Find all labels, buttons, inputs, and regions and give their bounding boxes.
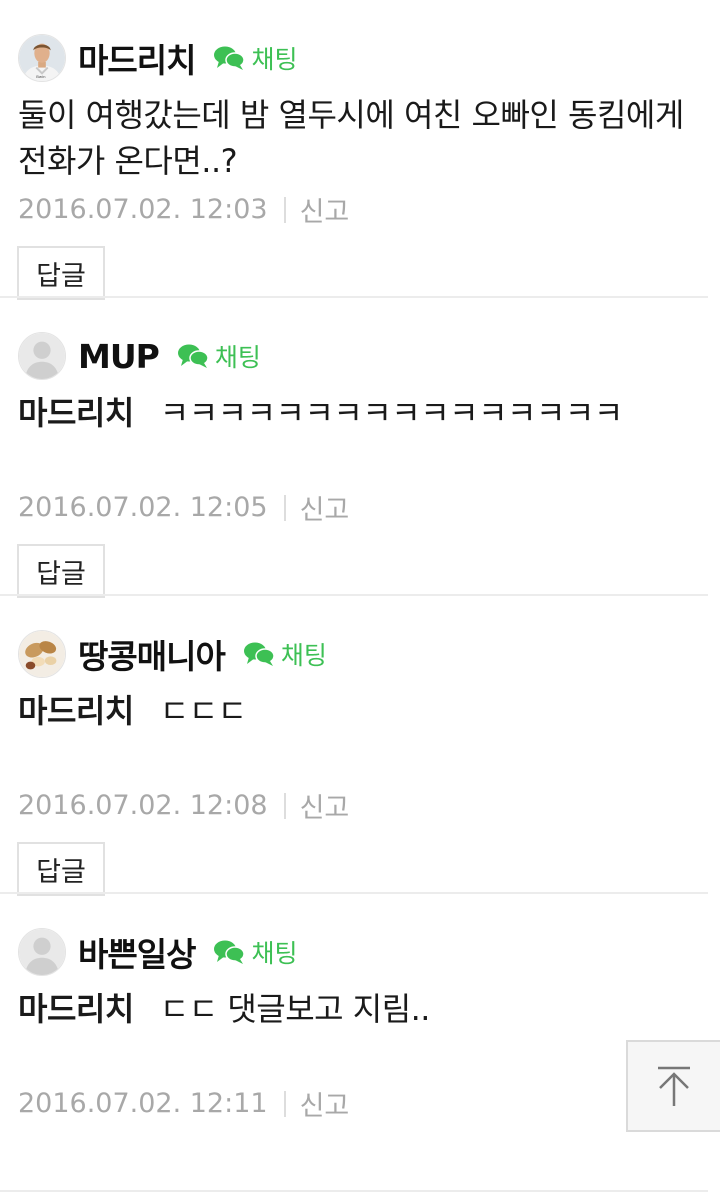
comment-header: 땅콩매니아 채팅	[18, 630, 327, 678]
report-link[interactable]: 신고	[300, 1084, 350, 1123]
avatar[interactable]	[18, 630, 66, 678]
mention[interactable]: 마드리치	[18, 692, 134, 730]
comment-text: 둘이 여행갔는데 밤 열두시에 여친 오빠인 동킴에게 전화가 온다면..?	[18, 92, 708, 184]
reply-button[interactable]: 답글	[17, 246, 105, 300]
meta-divider	[283, 494, 286, 521]
comment-date: 2016.07.02. 12:08	[18, 790, 268, 821]
comment-body: ㅋㅋㅋㅋㅋㅋㅋㅋㅋㅋㅋㅋㅋㅋㅋㅋ	[159, 394, 624, 432]
speech-bubble-icon	[214, 46, 246, 70]
chat-label: 채팅	[280, 641, 327, 670]
speech-bubble-icon	[243, 642, 275, 666]
nickname[interactable]: 바쁜일상	[78, 928, 196, 976]
comment-body: 둘이 여행갔는데 밤 열두시에 여친 오빠인 동킴에게 전화가 온다면..?	[18, 96, 684, 180]
default-profile-icon	[19, 333, 65, 379]
default-profile-icon	[19, 929, 65, 975]
comment-body: ㄷㄷㄷ	[159, 692, 247, 730]
reply-button[interactable]: 답글	[17, 544, 105, 598]
chat-label: 채팅	[251, 45, 298, 74]
comment-body: ㄷㄷ 댓글보고 지림..	[159, 990, 431, 1028]
arrow-up-to-top-icon	[658, 1066, 690, 1106]
nickname[interactable]: 땅콩매니아	[78, 630, 226, 678]
nickname[interactable]: 마드리치	[78, 34, 196, 82]
avatar[interactable]	[18, 332, 66, 380]
avatar[interactable]	[18, 928, 66, 976]
avatar[interactable]: Bwin	[18, 34, 66, 82]
comment-item: MUP 채팅 마드리치 ㅋㅋㅋㅋㅋㅋㅋㅋㅋㅋㅋㅋㅋㅋㅋㅋ 2016.07.02. …	[0, 298, 720, 598]
comment-meta: 2016.07.02. 12:08 신고	[18, 786, 349, 825]
comment-header: MUP 채팅	[18, 332, 261, 380]
chat-button[interactable]: 채팅	[213, 40, 297, 76]
report-link[interactable]: 신고	[300, 190, 350, 229]
soccer-player-avatar-icon: Bwin	[19, 35, 65, 81]
chat-label: 채팅	[251, 939, 298, 968]
mention[interactable]: 마드리치	[18, 394, 134, 432]
meta-divider	[283, 196, 286, 223]
comment-header: Bwin 마드리치 채팅	[18, 34, 297, 82]
scroll-to-top-button[interactable]	[626, 1040, 720, 1132]
chat-button[interactable]: 채팅	[243, 636, 327, 672]
mention[interactable]: 마드리치	[18, 990, 134, 1028]
peanut-avatar-icon	[19, 631, 65, 677]
speech-bubble-icon	[177, 344, 209, 368]
chat-button[interactable]: 채팅	[177, 338, 261, 374]
comment-text: 마드리치 ㅋㅋㅋㅋㅋㅋㅋㅋㅋㅋㅋㅋㅋㅋㅋㅋ	[18, 390, 708, 436]
comment-date: 2016.07.02. 12:11	[18, 1088, 268, 1119]
reply-button[interactable]: 답글	[17, 842, 105, 896]
chat-button[interactable]: 채팅	[213, 934, 297, 970]
meta-divider	[283, 1090, 286, 1117]
comment-item: 바쁜일상 채팅 마드리치 ㄷㄷ 댓글보고 지림.. 2016.07.02. 12:…	[0, 894, 720, 1192]
comment-meta: 2016.07.02. 12:11 신고	[18, 1084, 349, 1123]
report-link[interactable]: 신고	[300, 786, 350, 825]
comment-header: 바쁜일상 채팅	[18, 928, 297, 976]
comment-meta: 2016.07.02. 12:03 신고	[18, 190, 349, 229]
comment-text: 마드리치 ㄷㄷ 댓글보고 지림..	[18, 986, 708, 1032]
comment-item: Bwin 마드리치 채팅 둘이 여행갔는데 밤 열두시에 여친 오빠인 동킴에게…	[0, 0, 720, 300]
nickname[interactable]: MUP	[78, 337, 160, 376]
comment-text: 마드리치 ㄷㄷㄷ	[18, 688, 708, 734]
svg-text:Bwin: Bwin	[36, 74, 46, 79]
comment-date: 2016.07.02. 12:05	[18, 492, 268, 523]
comment-meta: 2016.07.02. 12:05 신고	[18, 488, 349, 527]
comment-item: 땅콩매니아 채팅 마드리치 ㄷㄷㄷ 2016.07.02. 12:08 신고 답글	[0, 596, 720, 896]
chat-label: 채팅	[214, 343, 261, 372]
meta-divider	[283, 792, 286, 819]
comment-date: 2016.07.02. 12:03	[18, 194, 268, 225]
report-link[interactable]: 신고	[300, 488, 350, 527]
speech-bubble-icon	[214, 940, 246, 964]
